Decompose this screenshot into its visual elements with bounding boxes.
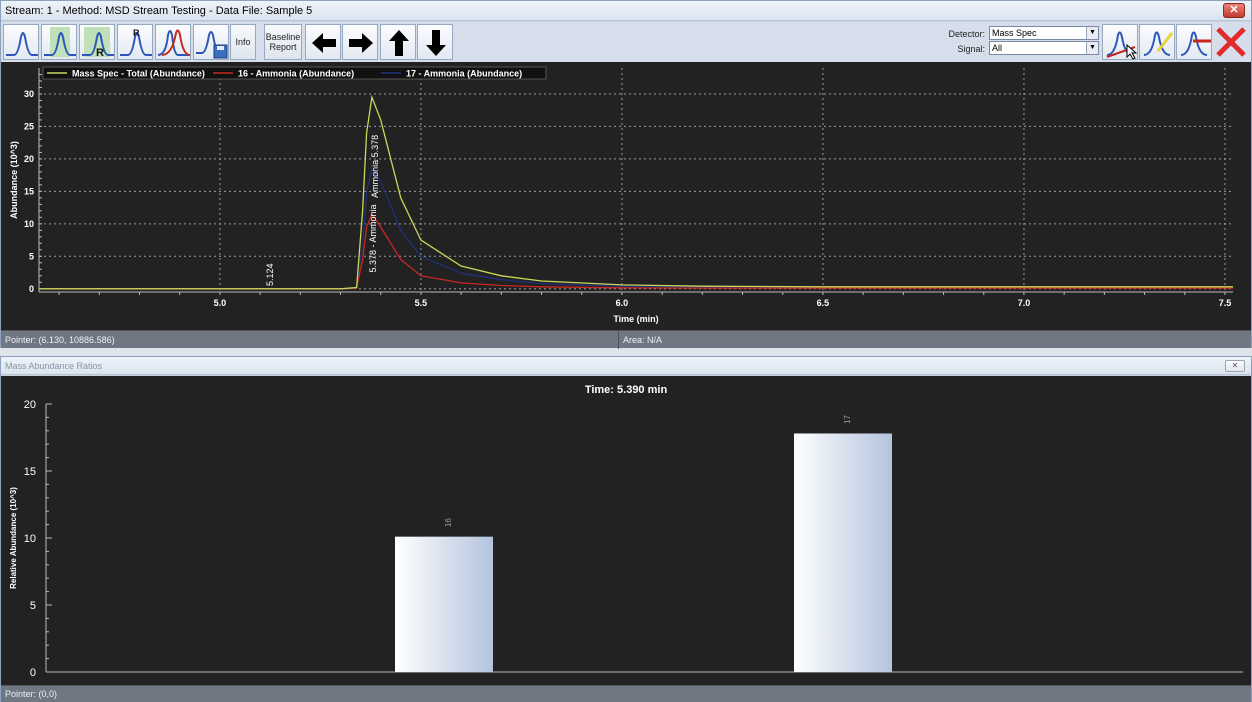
- y-tick-label: 20: [24, 399, 36, 411]
- status-divider: [618, 331, 619, 349]
- retention-time-icon: R: [82, 27, 114, 59]
- series-17-line: [39, 167, 1233, 290]
- clear-baseline-icon: [1180, 31, 1211, 56]
- chromatogram-plot[interactable]: 5.0 5.5 6.0 6.5 7.0 7.5 0 5 10 15 20 25 30 Time (min)…: [1, 62, 1251, 330]
- retention-time-button[interactable]: R: [79, 24, 115, 60]
- x-tick-label: 7.0: [1018, 298, 1031, 308]
- chevron-down-icon: ▼: [1086, 27, 1098, 39]
- pointer-readout: Pointer: (6.130, 10886.586): [5, 335, 115, 345]
- retention-time-marker-icon: R: [120, 28, 152, 56]
- peak-fill-icon: [44, 27, 76, 57]
- move-right-button[interactable]: [342, 24, 378, 60]
- window-title: Stream: 1 - Method: MSD Stream Testing -…: [5, 5, 313, 17]
- x-tick-label: 5.0: [214, 298, 227, 308]
- ratios-bar-chart: Time: 5.390 min 0 5 10 15 20 Relative Abundanc…: [9, 384, 1243, 679]
- y-tick-label: 5: [29, 251, 34, 261]
- y-tick-label: 25: [24, 121, 34, 131]
- peak-label: Ammonia 5.378: [370, 135, 380, 198]
- delete-icon: [1216, 27, 1246, 57]
- application: Stream: 1 - Method: MSD Stream Testing -…: [0, 0, 1252, 702]
- toolbar: R R Info Baseline Report Detector: Mass …: [1, 22, 1251, 62]
- chromatogram-status-bar: Pointer: (6.130, 10886.586) Area: N/A: [1, 330, 1251, 349]
- series-16-line: [39, 212, 1233, 290]
- bar-label: 17: [843, 414, 852, 423]
- y-tick-label: 30: [24, 89, 34, 99]
- y-tick-label: 0: [29, 284, 34, 294]
- manual-baseline-button[interactable]: [1102, 24, 1138, 60]
- edit-baseline-icon: [1143, 31, 1174, 56]
- arrow-down-icon: [426, 30, 446, 56]
- svg-text:R: R: [96, 47, 104, 59]
- x-tick-label: 5.5: [415, 298, 428, 308]
- mass-abundance-ratios-window: Mass Abundance Ratios ✕ Time: 5.390 min 0…: [0, 356, 1252, 702]
- close-window-button[interactable]: ✕: [1223, 3, 1245, 18]
- legend-entry: 16 - Ammonia (Abundance): [238, 69, 354, 79]
- ratios-status-bar: Pointer: (0,0): [1, 685, 1251, 702]
- area-readout: Area: N/A: [623, 335, 663, 345]
- move-up-button[interactable]: [380, 24, 416, 60]
- bar-16: [395, 536, 493, 672]
- ratios-chart-title: Time: 5.390 min: [585, 384, 668, 396]
- svg-text:R: R: [133, 28, 140, 38]
- save-chromatogram-icon: [196, 31, 228, 59]
- chromatogram-chart: 5.0 5.5 6.0 6.5 7.0 7.5 0 5 10 15 20 25 30 Time (min)…: [9, 66, 1233, 324]
- detector-select[interactable]: Mass Spec ▼: [989, 26, 1099, 40]
- peak-fill-button[interactable]: [41, 24, 77, 60]
- overlay-peaks-button[interactable]: [155, 24, 191, 60]
- ratios-title-bar: Mass Abundance Ratios ✕: [1, 357, 1251, 375]
- clear-baseline-button[interactable]: [1176, 24, 1212, 60]
- peak-label: 5.378 - Ammonia: [368, 204, 378, 272]
- info-button[interactable]: Info: [230, 24, 256, 60]
- chromatogram-legend: Mass Spec - Total (Abundance) 16 - Ammoni…: [42, 66, 547, 80]
- retention-marker-button[interactable]: R: [117, 24, 153, 60]
- ratios-pointer-readout: Pointer: (0,0): [5, 689, 58, 699]
- baseline-report-button[interactable]: Baseline Report: [264, 24, 302, 60]
- manual-baseline-icon: [1106, 31, 1138, 60]
- save-chromatogram-button[interactable]: [193, 24, 229, 60]
- move-down-button[interactable]: [417, 24, 453, 60]
- peak-label: 5.124: [265, 263, 275, 286]
- peak-view-button[interactable]: [3, 24, 39, 60]
- x-tick-label: 6.0: [616, 298, 629, 308]
- signal-value: All: [992, 43, 1003, 53]
- signal-select[interactable]: All ▼: [989, 41, 1099, 55]
- y-tick-label: 0: [30, 667, 36, 679]
- x-tick-label: 6.5: [817, 298, 830, 308]
- title-bar: Stream: 1 - Method: MSD Stream Testing -…: [1, 1, 1251, 21]
- edit-baseline-button[interactable]: [1139, 24, 1175, 60]
- ratios-plot[interactable]: Time: 5.390 min 0 5 10 15 20 Relative Abundanc…: [1, 376, 1251, 685]
- signal-label: Signal:: [957, 44, 985, 54]
- chevron-down-icon: ▼: [1086, 42, 1098, 54]
- arrow-left-icon: [312, 33, 336, 53]
- y-tick-label: 15: [24, 186, 34, 196]
- ratios-window-title: Mass Abundance Ratios: [5, 361, 103, 371]
- legend-entry: 17 - Ammonia (Abundance): [406, 69, 522, 79]
- y-tick-label: 10: [24, 533, 36, 545]
- y-axis-label: Relative Abundance (10^3): [9, 487, 18, 589]
- y-tick-label: 10: [24, 219, 34, 229]
- legend-entry: Mass Spec - Total (Abundance): [72, 69, 205, 79]
- bar-label: 16: [444, 518, 453, 527]
- arrow-up-icon: [389, 30, 409, 56]
- y-tick-label: 20: [24, 154, 34, 164]
- y-tick-label: 15: [24, 466, 36, 478]
- y-tick-label: 5: [30, 600, 36, 612]
- delete-button[interactable]: [1213, 24, 1249, 60]
- x-axis-label: Time (min): [613, 314, 658, 324]
- move-left-button[interactable]: [305, 24, 341, 60]
- detector-value: Mass Spec: [992, 28, 1037, 38]
- arrow-right-icon: [349, 33, 373, 53]
- y-axis-label: Abundance (10^3): [9, 141, 19, 219]
- detector-label: Detector:: [948, 29, 985, 39]
- peak-view-icon: [6, 32, 38, 56]
- chromatogram-window: Stream: 1 - Method: MSD Stream Testing -…: [0, 0, 1252, 349]
- bar-17: [794, 433, 892, 672]
- x-tick-label: 7.5: [1219, 298, 1232, 308]
- overlay-peaks-icon: [157, 29, 191, 56]
- close-ratios-button[interactable]: ✕: [1225, 360, 1245, 372]
